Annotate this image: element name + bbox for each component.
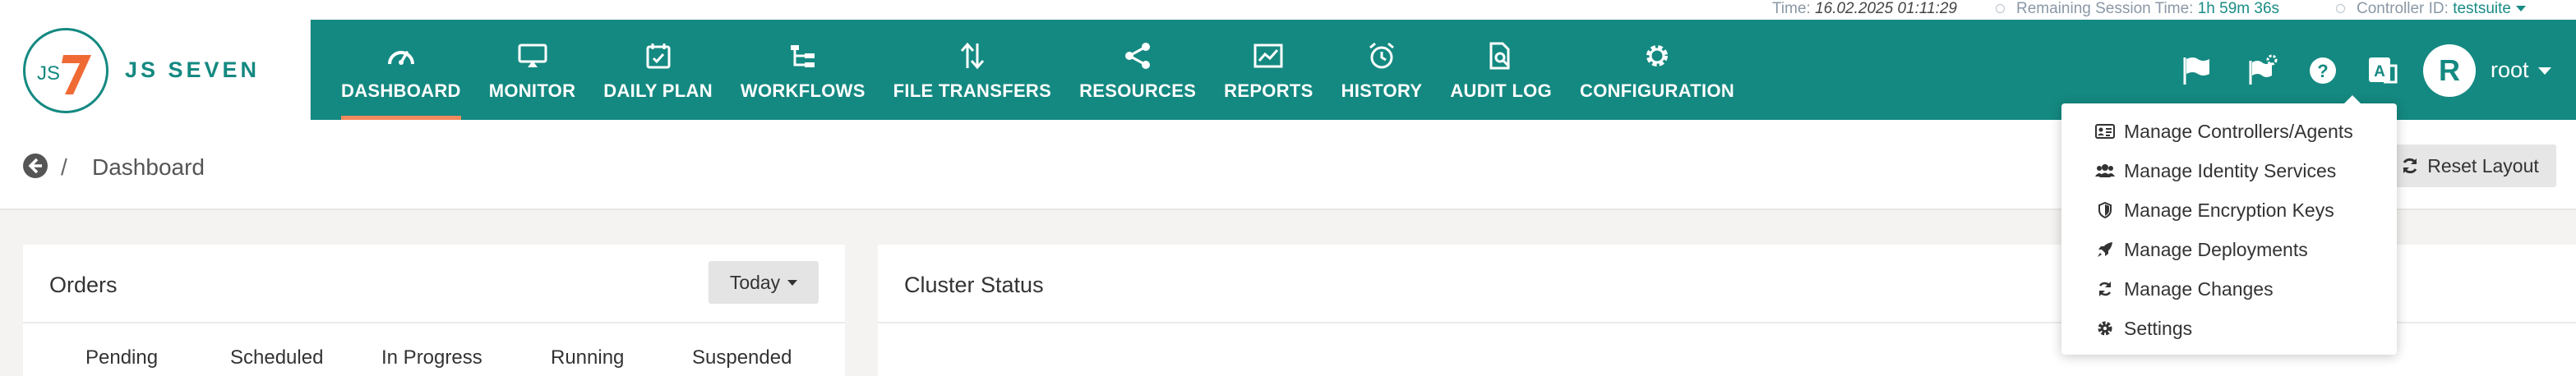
avatar[interactable]: R — [2423, 44, 2476, 97]
gear-icon — [2098, 321, 2112, 336]
flag-icon[interactable] — [2180, 54, 2213, 87]
chevron-down-icon — [787, 279, 798, 286]
cluster-status-title: Cluster Status — [904, 273, 1044, 297]
nav-monitor[interactable]: MONITOR — [475, 20, 590, 120]
language-icon[interactable]: A — [2366, 54, 2398, 87]
brand-logo[interactable]: JS JS SEVEN — [0, 20, 311, 120]
orders-title: Orders — [49, 273, 118, 297]
menu-item-label: Manage Changes — [2124, 277, 2274, 300]
period-select-button[interactable]: Today — [709, 261, 819, 304]
divider — [23, 322, 845, 323]
menu-item-settings[interactable]: Settings — [2061, 309, 2397, 348]
controller-label: Controller ID: — [2357, 0, 2449, 17]
session-value: 1h 59m 36s — [2197, 0, 2280, 17]
nav-history[interactable]: HISTORY — [1327, 20, 1437, 120]
nav-label: REPORTS — [1224, 80, 1313, 101]
time-status: Time: 16.02.2025 01:11:29 — [1772, 0, 1957, 18]
svg-text:JS: JS — [37, 62, 60, 85]
menu-item-manage-identity-services[interactable]: Manage Identity Services — [2061, 151, 2397, 190]
nav-resources[interactable]: RESOURCES — [1065, 20, 1210, 120]
logo-text: JS SEVEN — [125, 57, 261, 82]
nav-label: AUDIT LOG — [1450, 80, 1553, 101]
svg-text:?: ? — [2317, 61, 2328, 81]
reset-layout-label: Reset Layout — [2427, 154, 2539, 177]
controller-value[interactable]: testsuite — [2453, 0, 2511, 17]
refresh-icon — [2098, 282, 2112, 296]
gear-icon — [1646, 45, 1669, 66]
alarm-clock-icon — [1369, 42, 1394, 69]
shield-icon — [2098, 202, 2112, 218]
js7-logo-icon: JS — [37, 55, 91, 94]
reset-layout-button[interactable]: Reset Layout — [2384, 144, 2556, 187]
calendar-icon — [646, 44, 671, 69]
nav-dashboard[interactable]: DASHBOARD — [327, 20, 475, 120]
nav-audit-log[interactable]: AUDIT LOG — [1436, 20, 1566, 120]
menu-item-label: Manage Identity Services — [2124, 159, 2337, 181]
file-search-icon — [1489, 42, 1511, 70]
session-status: Remaining Session Time: 1h 59m 36s — [1996, 0, 2279, 18]
nav-label: DASHBOARD — [341, 80, 461, 101]
nav-label: MONITOR — [488, 80, 576, 101]
line-chart-icon — [1253, 44, 1283, 68]
menu-item-manage-changes[interactable]: Manage Changes — [2061, 269, 2397, 309]
back-arrow-icon[interactable] — [22, 153, 48, 179]
nav-label: HISTORY — [1341, 80, 1423, 101]
users-icon — [2095, 164, 2115, 177]
menu-item-manage-controllers-agents[interactable]: Manage Controllers/Agents — [2061, 112, 2397, 151]
nav-label: FILE TRANSFERS — [893, 80, 1052, 101]
status-dot-icon — [1996, 4, 2005, 14]
nav-label: CONFIGURATION — [1580, 80, 1735, 101]
configuration-dropdown-menu: Manage Controllers/Agents Manage Identit… — [2061, 95, 2397, 355]
flag-gear-icon[interactable] — [2246, 54, 2278, 87]
logo-emblem: JS — [23, 28, 108, 113]
refresh-icon — [2403, 158, 2417, 174]
order-status-in-progress[interactable]: In Progress — [381, 346, 482, 369]
nav-workflows[interactable]: WORKFLOWS — [727, 20, 879, 120]
order-status-pending[interactable]: Pending — [85, 346, 158, 369]
nav-reports[interactable]: REPORTS — [1210, 20, 1327, 120]
svg-text:A: A — [2374, 63, 2385, 80]
main-nav: DASHBOARD MONITOR DAILY PLAN WORKFLOWS F… — [327, 20, 1748, 120]
time-label: Time: — [1772, 0, 1811, 17]
order-status-suspended[interactable]: Suspended — [692, 346, 792, 369]
id-card-icon — [2095, 124, 2115, 139]
nav-label: DAILY PLAN — [603, 80, 713, 101]
menu-item-label: Settings — [2124, 317, 2193, 339]
nav-label: RESOURCES — [1079, 80, 1197, 101]
menu-item-manage-deployments[interactable]: Manage Deployments — [2061, 230, 2397, 269]
nav-file-transfers[interactable]: FILE TRANSFERS — [879, 20, 1065, 120]
chevron-down-icon[interactable] — [2515, 6, 2526, 12]
menu-item-label: Manage Controllers/Agents — [2124, 120, 2353, 142]
period-label: Today — [729, 271, 781, 293]
page-title: Dashboard — [92, 154, 205, 180]
menu-item-manage-encryption-keys[interactable]: Manage Encryption Keys — [2061, 190, 2397, 230]
nav-configuration[interactable]: CONFIGURATION — [1566, 20, 1748, 120]
status-dot-icon — [2336, 4, 2345, 14]
rocket-icon — [2098, 242, 2112, 257]
menu-item-label: Manage Encryption Keys — [2124, 199, 2334, 221]
monitor-icon — [518, 44, 547, 67]
user-menu[interactable]: root — [2491, 57, 2529, 83]
controller-status[interactable]: Controller ID: testsuite — [2336, 0, 2526, 18]
transfer-arrows-icon — [960, 42, 985, 70]
chevron-down-icon[interactable] — [2538, 67, 2551, 75]
time-value: 16.02.2025 01:11:29 — [1815, 0, 1957, 17]
dashboard-gauge-icon — [387, 51, 414, 65]
menu-item-label: Manage Deployments — [2124, 238, 2308, 260]
menu-pointer — [2344, 95, 2361, 103]
workflow-icon — [790, 45, 815, 67]
order-status-scheduled[interactable]: Scheduled — [230, 346, 323, 369]
session-status-bar: Time: 16.02.2025 01:11:29 Remaining Sess… — [0, 0, 2576, 20]
share-nodes-icon — [1125, 43, 1151, 69]
orders-widget: Orders Today Pending Scheduled In Progre… — [23, 245, 845, 376]
nav-daily-plan[interactable]: DAILY PLAN — [589, 20, 727, 120]
session-label: Remaining Session Time: — [2016, 0, 2194, 17]
help-icon[interactable]: ? — [2306, 54, 2339, 87]
nav-label: WORKFLOWS — [740, 80, 866, 101]
order-status-running[interactable]: Running — [551, 346, 624, 369]
breadcrumb-separator: / — [61, 154, 67, 180]
